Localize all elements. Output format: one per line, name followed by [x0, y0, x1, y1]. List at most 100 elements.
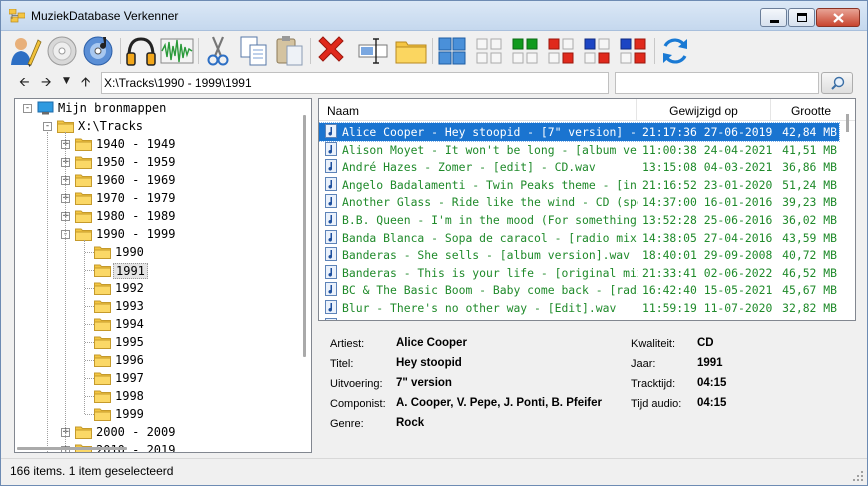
tree-item-label: 1993 — [115, 299, 144, 313]
column-header-name[interactable]: Naam — [319, 99, 637, 121]
cd-icon[interactable] — [45, 34, 79, 68]
history-dropdown-icon[interactable]: ▼ — [63, 76, 70, 86]
tree-connector — [85, 288, 94, 289]
up-arrow-icon[interactable]: 🡩 — [81, 73, 90, 95]
detail-label-year: Jaar: — [631, 358, 656, 370]
waveform-icon[interactable] — [160, 34, 194, 68]
cell-modified: 21:16:52 23-01-2020 — [642, 177, 772, 192]
table-row[interactable]: Banda Blanca - Sopa de caracol - [radio … — [319, 229, 839, 247]
cell-modified: 21:33:41 02-06-2022 — [642, 265, 772, 280]
track-details: Artiest: Alice Cooper Titel: Hey stoopid… — [318, 329, 856, 447]
cell-size: 41,51 MB — [782, 142, 837, 157]
new-folder-icon[interactable] — [394, 34, 428, 68]
detail-label-composer: Componist: — [330, 398, 386, 410]
cell-modified: 11:59:19 11-07-2020 — [642, 301, 772, 315]
table-row[interactable]: BC & The Basic Boom - Baby come back - [… — [319, 281, 839, 299]
table-row[interactable]: Alison Moyet - It won't be long - [album… — [319, 141, 839, 159]
cd-play-icon[interactable] — [81, 34, 115, 68]
search-input[interactable] — [615, 72, 819, 94]
cell-name: Banderas - This is your life - [original… — [342, 265, 638, 280]
cut-icon[interactable] — [201, 34, 235, 68]
audio-file-icon — [325, 300, 337, 314]
table-row[interactable]: Banderas - This is your life - [original… — [319, 264, 839, 282]
tree-item-label: 1999 — [115, 407, 144, 421]
delete-icon[interactable] — [314, 34, 348, 68]
table-row[interactable]: Banderas - She sells - [album version].w… — [319, 246, 839, 264]
folder-icon — [75, 192, 92, 205]
headphones-icon[interactable] — [124, 34, 158, 68]
view-blue-icon[interactable] — [580, 34, 614, 68]
toolbar-separator — [654, 38, 655, 64]
audio-file-icon — [325, 264, 337, 279]
list-scroll-thumb[interactable] — [846, 114, 849, 132]
title-bar[interactable]: MuziekDatabase Verkenner — [1, 1, 867, 31]
minimize-button[interactable] — [760, 8, 787, 27]
cell-modified: 15:00:53 30-01-2016 — [642, 319, 772, 320]
toolbar — [1, 32, 867, 70]
detail-label-title: Titel: — [330, 358, 354, 370]
tree-hscroll-thumb[interactable] — [17, 447, 127, 450]
folder-tree[interactable]: - Mijn bronmappen - X:\Tracks +1940 - 1949 +1… — [14, 98, 312, 453]
cell-size: 36,02 MB — [782, 213, 837, 227]
folder-icon — [75, 174, 92, 187]
collapse-toggle-icon[interactable]: - — [23, 104, 32, 113]
tree-scroll-thumb[interactable] — [303, 115, 306, 357]
view-red-icon[interactable] — [544, 34, 578, 68]
audio-file-icon — [325, 159, 337, 174]
folder-icon — [94, 246, 111, 259]
tree-item-label: 1994 — [115, 317, 144, 331]
detail-label-version: Uitvoering: — [330, 378, 383, 390]
cell-modified: 18:40:01 29-09-2008 — [642, 248, 772, 263]
audio-file-icon — [325, 282, 337, 297]
cell-name: Bob Seger & The Silver Bullet Band - The… — [342, 319, 638, 320]
paste-icon[interactable] — [273, 34, 307, 68]
column-header-modified[interactable]: Gewijzigd op — [637, 99, 771, 121]
cell-name: Banderas - She sells - [album version].w… — [342, 248, 631, 263]
refresh-icon[interactable] — [658, 34, 692, 68]
cell-size: 42,84 MB — [782, 125, 837, 139]
tree-item-label: 1995 — [115, 335, 144, 349]
track-list[interactable]: Naam Gewijzigd op Grootte Alice Cooper -… — [318, 98, 856, 321]
table-row[interactable]: Another Glass - Ride like the wind - CD … — [319, 193, 839, 211]
tree-item-label: 1970 - 1979 — [96, 191, 176, 205]
view-grid-icon[interactable] — [472, 34, 506, 68]
copy-icon[interactable] — [237, 34, 271, 68]
cell-modified: 13:15:08 04-03-2021 — [642, 160, 772, 175]
resize-grip-icon[interactable] — [853, 471, 864, 482]
detail-label-artist: Artiest: — [330, 338, 365, 350]
address-input[interactable] — [101, 72, 609, 94]
view-large-icon[interactable] — [435, 34, 469, 68]
table-row[interactable]: Alice Cooper - Hey stoopid - [7" version… — [319, 122, 840, 142]
search-button[interactable] — [821, 72, 853, 94]
maximize-button[interactable] — [788, 8, 815, 27]
close-icon — [833, 13, 844, 23]
folder-icon — [94, 354, 111, 367]
detail-value-composer: A. Cooper, V. Pepe, J. Ponti, B. Pfeifer — [396, 397, 602, 409]
tree-connector — [85, 342, 94, 343]
view-green-icon[interactable] — [508, 34, 542, 68]
cell-size: 40,72 MB — [782, 248, 837, 263]
cell-size: 36,86 MB — [782, 160, 837, 175]
forward-arrow-icon[interactable]: 🡪 — [41, 73, 52, 95]
folder-icon — [94, 264, 111, 277]
back-arrow-icon[interactable]: 🡨 — [19, 73, 30, 95]
status-bar: 166 items. 1 item geselecteerd — [1, 458, 867, 485]
rename-icon[interactable] — [356, 34, 390, 68]
column-header-size[interactable]: Grootte — [771, 99, 835, 121]
detail-value-track-time: 04:15 — [697, 377, 727, 389]
table-row[interactable]: Angelo Badalamenti - Twin Peaks theme - … — [319, 176, 839, 194]
table-row[interactable]: Blur - There's no other way - [Edit].wav… — [319, 299, 839, 317]
cell-name: André Hazes - Zomer - [edit] - CD.wav — [342, 160, 596, 175]
view-blue-red-icon[interactable] — [616, 34, 650, 68]
folder-icon — [57, 120, 74, 133]
close-button[interactable] — [816, 8, 860, 27]
audio-file-icon — [325, 176, 337, 191]
collapse-toggle-icon[interactable]: - — [43, 122, 52, 131]
table-row[interactable]: B.B. Queen - I'm in the mood (For someth… — [319, 211, 839, 229]
table-row[interactable]: André Hazes - Zomer - [edit] - CD.wav 13:… — [319, 158, 839, 176]
toolbar-separator — [120, 38, 121, 64]
edit-user-icon[interactable] — [8, 34, 42, 68]
detail-value-quality: CD — [697, 337, 714, 349]
table-row[interactable]: Bob Seger & The Silver Bullet Band - The… — [319, 317, 839, 320]
tree-item-label: X:\Tracks — [78, 119, 144, 133]
